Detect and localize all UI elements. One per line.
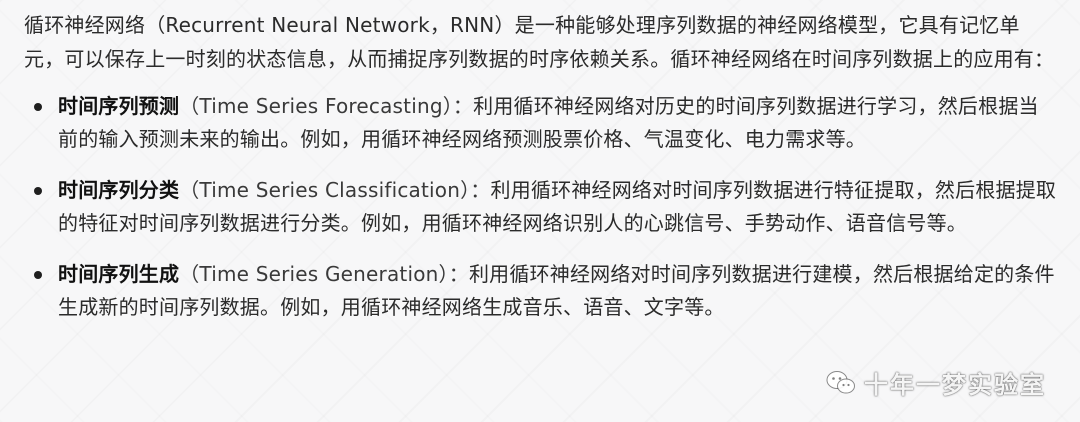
item-english-term: （Time Series Generation）：: [179, 262, 469, 286]
list-item: 时间序列预测（Time Series Forecasting）：利用循环神经网络…: [24, 90, 1058, 156]
item-english-term: （Time Series Classification）：: [179, 178, 491, 202]
article-body: 循环神经网络（Recurrent Neural Network，RNN）是一种能…: [0, 0, 1080, 324]
watermark-text: 十年一梦实验室: [864, 371, 1046, 399]
bullet-icon: [34, 103, 42, 111]
bullet-icon: [34, 271, 42, 279]
item-term: 时间序列生成: [58, 262, 180, 286]
list-item: 时间序列分类（Time Series Classification）：利用循环神…: [24, 174, 1058, 240]
wechat-icon: [826, 370, 856, 396]
intro-paragraph: 循环神经网络（Recurrent Neural Network，RNN）是一种能…: [24, 13, 1055, 71]
item-english-term: （Time Series Forecasting）：: [179, 94, 474, 118]
application-list: 时间序列预测（Time Series Forecasting）：利用循环神经网络…: [24, 90, 1058, 324]
list-item: 时间序列生成（Time Series Generation）：利用循环神经网络对…: [24, 258, 1058, 324]
item-term: 时间序列分类: [58, 178, 180, 202]
channel-watermark: 十年一梦实验室: [826, 365, 1046, 400]
item-term: 时间序列预测: [58, 94, 180, 118]
bullet-icon: [34, 187, 42, 195]
